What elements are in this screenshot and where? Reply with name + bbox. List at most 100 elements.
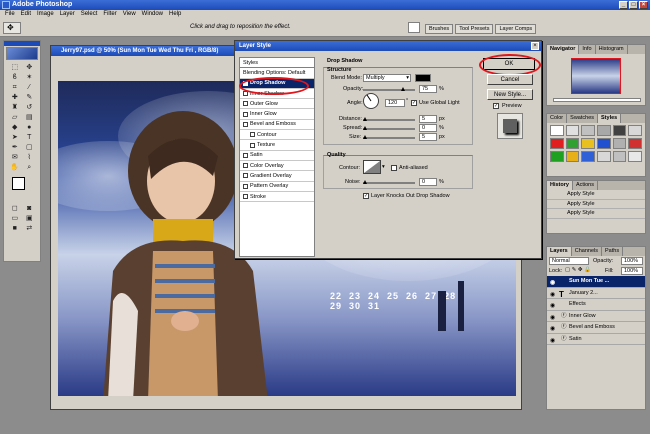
style-checkbox[interactable]: [243, 101, 248, 107]
knockout-checkbox[interactable]: ✓: [363, 193, 369, 199]
style-swatch[interactable]: [597, 151, 611, 162]
style-checkbox[interactable]: [243, 121, 248, 127]
layer-effect-row[interactable]: ◉ ⓕ Bevel and Emboss: [547, 322, 645, 334]
new-style-button[interactable]: New Style...: [487, 89, 533, 100]
menu-window[interactable]: Window: [139, 10, 166, 19]
eraser-tool-icon[interactable]: ▱: [8, 113, 22, 122]
slider-knob[interactable]: [363, 117, 367, 121]
menu-select[interactable]: Select: [78, 10, 101, 19]
style-swatch[interactable]: [597, 125, 611, 136]
close-button[interactable]: ×: [639, 1, 648, 9]
style-item-stroke[interactable]: Stroke: [240, 192, 314, 203]
style-swatch[interactable]: [597, 138, 611, 149]
foreground-color-swatch[interactable]: [12, 177, 25, 190]
zoom-tool-icon[interactable]: ⌕: [23, 163, 37, 172]
menu-filter[interactable]: Filter: [100, 10, 119, 19]
standard-mode-icon[interactable]: ◻: [8, 204, 22, 213]
style-swatch[interactable]: [612, 151, 627, 162]
tab-paths[interactable]: Paths: [602, 247, 624, 256]
slider-knob[interactable]: [363, 180, 367, 184]
tool-preset-picker[interactable]: ✥: [3, 22, 21, 34]
style-swatch[interactable]: [550, 138, 564, 149]
style-item-contour[interactable]: Contour: [240, 130, 314, 141]
hand-tool-icon[interactable]: ✋: [8, 163, 22, 172]
style-checkbox[interactable]: [243, 183, 248, 189]
opacity-slider[interactable]: [363, 87, 415, 91]
style-checkbox[interactable]: [250, 142, 255, 148]
tab-swatches[interactable]: Swatches: [567, 114, 599, 123]
move-tool-icon[interactable]: ✥: [23, 63, 37, 72]
quickmask-mode-icon[interactable]: ◙: [23, 204, 37, 213]
blur-tool-icon[interactable]: ◆: [8, 123, 22, 132]
tab-navigator[interactable]: Navigator: [547, 45, 580, 54]
notes-tool-icon[interactable]: ✉: [8, 153, 22, 162]
style-swatch[interactable]: [612, 138, 627, 149]
maximize-button[interactable]: □: [629, 1, 638, 9]
style-swatch[interactable]: [550, 151, 564, 162]
tab-history[interactable]: History: [547, 181, 573, 190]
menu-file[interactable]: File: [2, 10, 18, 19]
style-checkbox[interactable]: [243, 173, 248, 179]
style-swatch[interactable]: [550, 125, 564, 136]
angle-input[interactable]: 120: [385, 99, 405, 107]
tab-layers[interactable]: Layers: [547, 247, 572, 256]
style-checkbox[interactable]: [243, 152, 248, 158]
navigator-zoom-slider[interactable]: [553, 98, 641, 102]
healing-tool-icon[interactable]: ✚: [8, 93, 22, 102]
dialog-close-button[interactable]: ×: [531, 42, 539, 50]
tab-actions[interactable]: Actions: [573, 181, 598, 190]
style-item-inner-glow[interactable]: Inner Glow: [240, 109, 314, 120]
layer-row[interactable]: ◉ T January 2...: [547, 288, 645, 299]
style-swatch[interactable]: [565, 125, 580, 136]
jump-to-imageready-icon[interactable]: ⇄: [23, 224, 37, 233]
size-input[interactable]: 5: [419, 133, 437, 141]
style-item-color-overlay[interactable]: Color Overlay: [240, 161, 314, 172]
shadow-color-swatch[interactable]: [415, 74, 431, 82]
style-item-outer-glow[interactable]: Outer Glow: [240, 99, 314, 110]
slider-knob[interactable]: [401, 87, 405, 91]
navigator-thumbnail[interactable]: [571, 58, 621, 94]
history-brush-icon[interactable]: ↺: [23, 103, 37, 112]
history-item[interactable]: Apply Style: [547, 190, 645, 200]
tab-info[interactable]: Info: [579, 45, 596, 54]
style-swatch[interactable]: [628, 125, 642, 136]
contour-picker[interactable]: [363, 160, 381, 174]
history-item[interactable]: Apply Style: [547, 209, 645, 219]
style-swatch[interactable]: [628, 151, 642, 162]
brush-tool-icon[interactable]: ✎: [23, 93, 37, 102]
dodge-tool-icon[interactable]: ●: [23, 123, 37, 132]
history-item[interactable]: Apply Style: [547, 200, 645, 209]
layer-effect-row[interactable]: ◉ ⓕ Inner Glow: [547, 311, 645, 322]
adobe-online-logo[interactable]: [6, 47, 38, 60]
crop-tool-icon[interactable]: ⌗: [8, 83, 22, 92]
style-swatch[interactable]: [581, 125, 595, 136]
well-brushes[interactable]: Brushes: [425, 24, 454, 34]
style-item-bevel-emboss[interactable]: Bevel and Emboss: [240, 120, 314, 131]
style-item-satin[interactable]: Satin: [240, 151, 314, 161]
lock-icons[interactable]: ▢ ✎ ✥ 🔒: [565, 267, 591, 273]
style-checkbox[interactable]: [243, 163, 248, 169]
well-layer-comps[interactable]: Layer Comps: [495, 24, 537, 34]
gradient-tool-icon[interactable]: ▤: [23, 113, 37, 122]
distance-slider[interactable]: [363, 117, 415, 121]
size-slider[interactable]: [363, 135, 415, 139]
style-swatch[interactable]: [565, 138, 580, 149]
screen-mode-3-icon[interactable]: ■: [8, 224, 22, 233]
style-swatch[interactable]: [565, 151, 580, 162]
style-checkbox[interactable]: [243, 111, 248, 117]
document-icon[interactable]: [408, 22, 420, 33]
chevron-down-icon[interactable]: ▾: [382, 164, 385, 170]
tab-color[interactable]: Color: [547, 114, 568, 123]
style-swatch[interactable]: [612, 125, 627, 136]
blend-mode-select[interactable]: Normal: [549, 257, 589, 265]
opacity-input[interactable]: 75: [419, 85, 437, 93]
styles-list-header[interactable]: Styles: [240, 58, 314, 69]
style-item-texture[interactable]: Texture: [240, 140, 314, 151]
eyedropper-icon[interactable]: ⌇: [23, 153, 37, 162]
spread-input[interactable]: 0: [419, 124, 437, 132]
tab-styles[interactable]: Styles: [598, 114, 622, 123]
layer-effect-row[interactable]: ◉ ⓕ Satin: [547, 334, 645, 345]
layer-row[interactable]: ◉ Sun Mon Tue ...: [547, 276, 645, 288]
layers-opacity-input[interactable]: 100%: [621, 257, 643, 265]
menu-image[interactable]: Image: [34, 10, 57, 19]
